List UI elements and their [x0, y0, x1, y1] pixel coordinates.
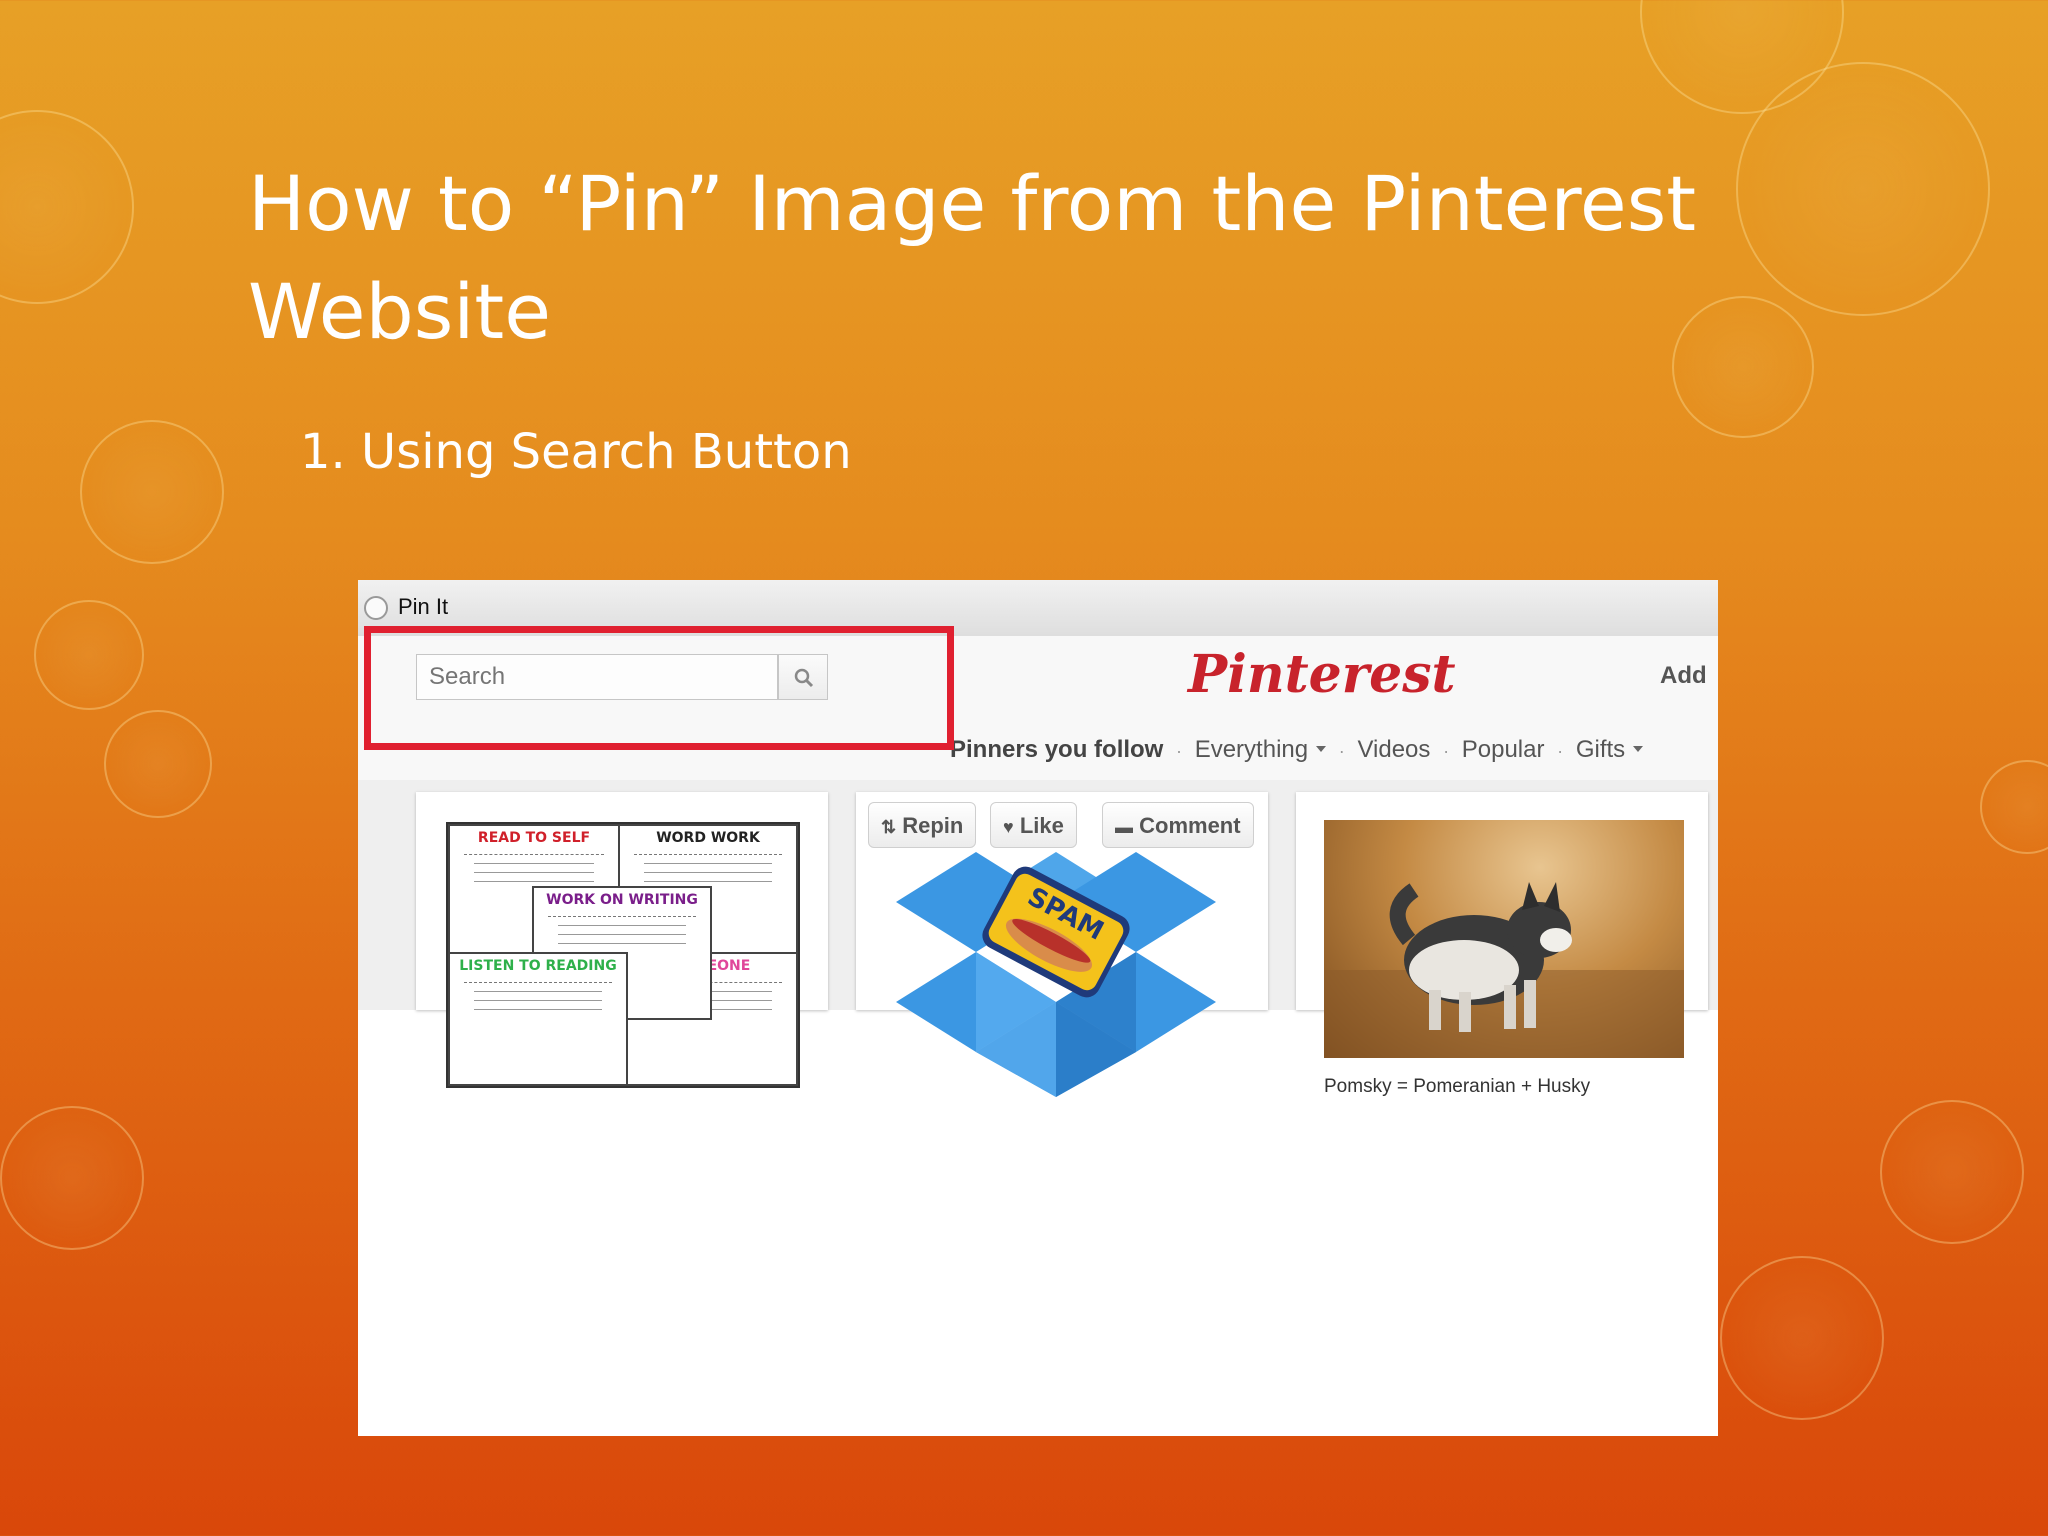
nav-separator: · — [1338, 741, 1345, 761]
repin-icon: ⇅ — [881, 817, 897, 837]
nav-item-gifts[interactable]: Gifts — [1575, 736, 1644, 763]
pin-card-spam-dropbox[interactable]: SPAM ⇅ Repin ♥ Like ▬ Comment — [856, 792, 1268, 1097]
decor-bubble — [80, 420, 224, 564]
caret-down-icon — [1633, 745, 1644, 752]
decor-bubble — [34, 600, 144, 710]
poster-card-heading: READ TO SELF — [477, 830, 591, 846]
decor-bubble — [0, 1106, 144, 1250]
comment-icon: ▬ — [1115, 817, 1133, 837]
pinterest-screenshot: Pin It Pinterest Add Pinners you follow … — [358, 580, 1718, 1436]
poster-card-heading: WORD WORK — [656, 830, 760, 846]
nav-separator: · — [1557, 741, 1564, 761]
comment-button[interactable]: ▬ Comment — [1102, 802, 1254, 848]
poster-card-text — [634, 854, 782, 882]
nav-item-videos[interactable]: Videos — [1357, 736, 1430, 763]
window-title: Pin It — [398, 594, 449, 619]
nav-separator: · — [1176, 741, 1183, 761]
decor-bubble — [0, 110, 134, 304]
decor-bubble — [104, 710, 212, 818]
slide-subtitle: 1. Using Search Button — [300, 424, 852, 480]
pinterest-logo[interactable]: Pinterest — [1188, 644, 1456, 705]
nav-item-everything[interactable]: Everything — [1194, 736, 1327, 763]
poster-card-text — [464, 982, 612, 1010]
slide-title: How to “Pin” Image from the Pinterest We… — [248, 159, 1697, 356]
decor-bubble — [1980, 760, 2048, 854]
nav-separator: · — [1443, 741, 1450, 761]
dropbox-spam-image: SPAM — [896, 852, 1216, 1097]
repin-label: Repin — [902, 813, 964, 838]
poster-card-heading: WORK ON WRITING — [546, 892, 698, 908]
repin-button[interactable]: ⇅ Repin — [868, 802, 977, 848]
poster-card-heading: LISTEN TO READING — [459, 958, 617, 974]
pin-caption: Pomsky = Pomeranian + Husky — [1324, 1076, 1591, 1097]
pomsky-photo — [1324, 820, 1684, 1058]
globe-icon — [364, 596, 388, 620]
nav-item-label: Gifts — [1575, 736, 1626, 763]
search-highlight-box — [364, 626, 954, 750]
poster-card: LISTEN TO READING — [448, 952, 628, 1086]
caret-down-icon — [1316, 745, 1327, 752]
add-link[interactable]: Add — [1660, 662, 1707, 690]
comment-label: Comment — [1139, 813, 1241, 838]
nav-item-label: Everything — [1194, 736, 1309, 763]
decor-bubble — [1880, 1100, 2024, 1244]
dog-illustration — [1324, 882, 1684, 1058]
pin-card-classroom-poster[interactable]: READ TO SELF WORD WORK WORK ON WRITING L… — [416, 792, 828, 1088]
poster-card-text — [548, 916, 696, 944]
nav-item-pinners-you-follow[interactable]: Pinners you follow — [950, 736, 1163, 763]
heart-icon: ♥ — [1003, 817, 1014, 837]
daily-five-poster-image: READ TO SELF WORD WORK WORK ON WRITING L… — [446, 822, 800, 1088]
like-button[interactable]: ♥ Like — [990, 802, 1077, 848]
nav-item-popular[interactable]: Popular — [1462, 736, 1545, 763]
poster-card-text — [464, 854, 604, 882]
pin-card-pomsky[interactable]: Pomsky = Pomeranian + Husky — [1296, 792, 1708, 1097]
decor-bubble — [1720, 1256, 1884, 1420]
like-label: Like — [1019, 813, 1064, 838]
